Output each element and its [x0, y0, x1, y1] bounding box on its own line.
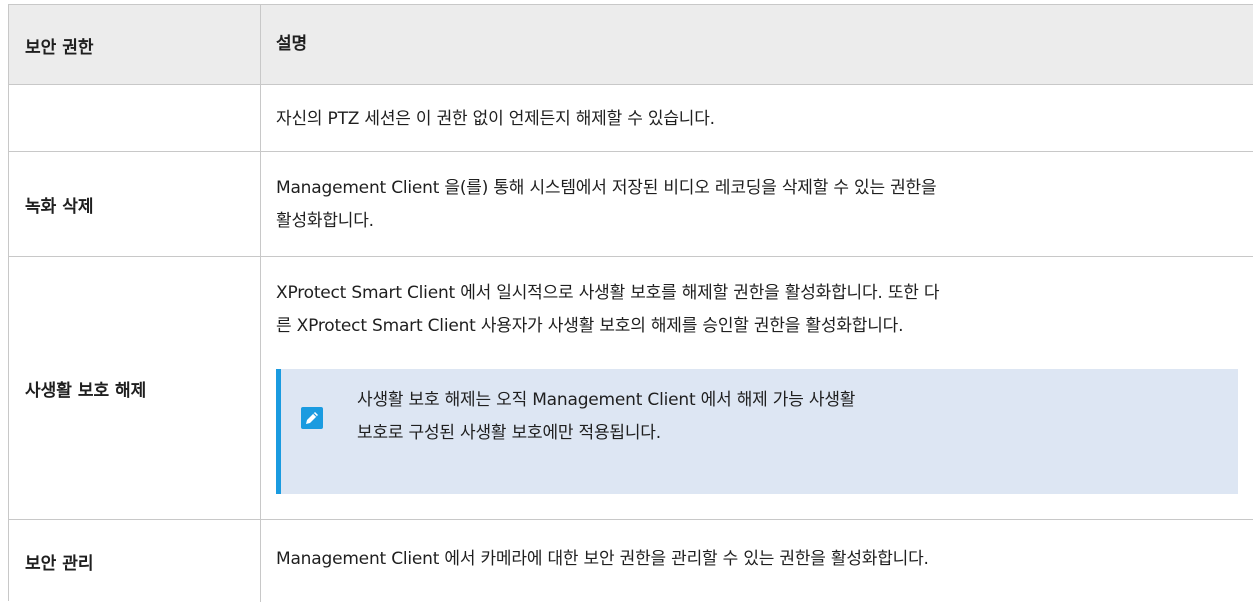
row-permission: 보안 관리	[25, 553, 94, 574]
row-permission	[25, 85, 250, 152]
pencil-icon	[301, 407, 323, 429]
note-box: 사생활 보호 해제는 오직 Management Client 에서 해제 가능…	[276, 369, 1238, 494]
description-line: Management Client 을(를) 통해 시스템에서 저장된 비디오 …	[276, 178, 937, 198]
row-description: XProtect Smart Client 에서 일시적으로 사생활 보호를 해…	[276, 277, 1236, 343]
row-permission: 사생활 보호 해제	[25, 381, 147, 401]
description-line: XProtect Smart Client 에서 일시적으로 사생활 보호를 해…	[276, 283, 940, 303]
description-line: 활성화합니다.	[276, 211, 374, 231]
table-row: 자신의 PTZ 세션은 이 권한 없이 언제든지 해제할 수 있습니다.	[9, 85, 1253, 152]
note-line: 사생활 보호 해제는 오직 Management Client 에서 해제 가능…	[357, 390, 856, 410]
row-description: Management Client 에서 카메라에 대한 보안 권한을 관리할 …	[276, 543, 1236, 576]
description-line: 른 XProtect Smart Client 사용자가 사생활 보호의 해제를…	[276, 316, 904, 336]
column-divider	[260, 85, 261, 151]
header-description: 설명	[276, 34, 307, 54]
column-divider	[260, 520, 261, 602]
row-permission: 녹화 삭제	[25, 197, 94, 217]
row-description: Management Client 을(를) 통해 시스템에서 저장된 비디오 …	[276, 172, 1236, 238]
table-row: 녹화 삭제 Management Client 을(를) 통해 시스템에서 저장…	[9, 152, 1253, 257]
header-permission: 보안 권한	[25, 37, 94, 58]
note-text: 사생활 보호 해제는 오직 Management Client 에서 해제 가능…	[357, 384, 1217, 450]
row-description: 자신의 PTZ 세션은 이 권한 없이 언제든지 해제할 수 있습니다.	[276, 103, 1236, 136]
description-line: Management Client 에서 카메라에 대한 보안 권한을 관리할 …	[276, 549, 929, 569]
table-header-row: 보안 권한 설명	[9, 5, 1253, 85]
table-row: 사생활 보호 해제 XProtect Smart Client 에서 일시적으로…	[9, 257, 1253, 520]
description-line: 자신의 PTZ 세션은 이 권한 없이 언제든지 해제할 수 있습니다.	[276, 109, 715, 129]
column-divider	[260, 257, 261, 519]
note-line: 보호로 구성된 사생활 보호에만 적용됩니다.	[357, 423, 661, 443]
table-row: 보안 관리 Management Client 에서 카메라에 대한 보안 권한…	[9, 520, 1253, 602]
column-divider	[260, 5, 261, 84]
permissions-table: 보안 권한 설명 자신의 PTZ 세션은 이 권한 없이 언제든지 해제할 수 …	[8, 4, 1253, 602]
column-divider	[260, 152, 261, 256]
